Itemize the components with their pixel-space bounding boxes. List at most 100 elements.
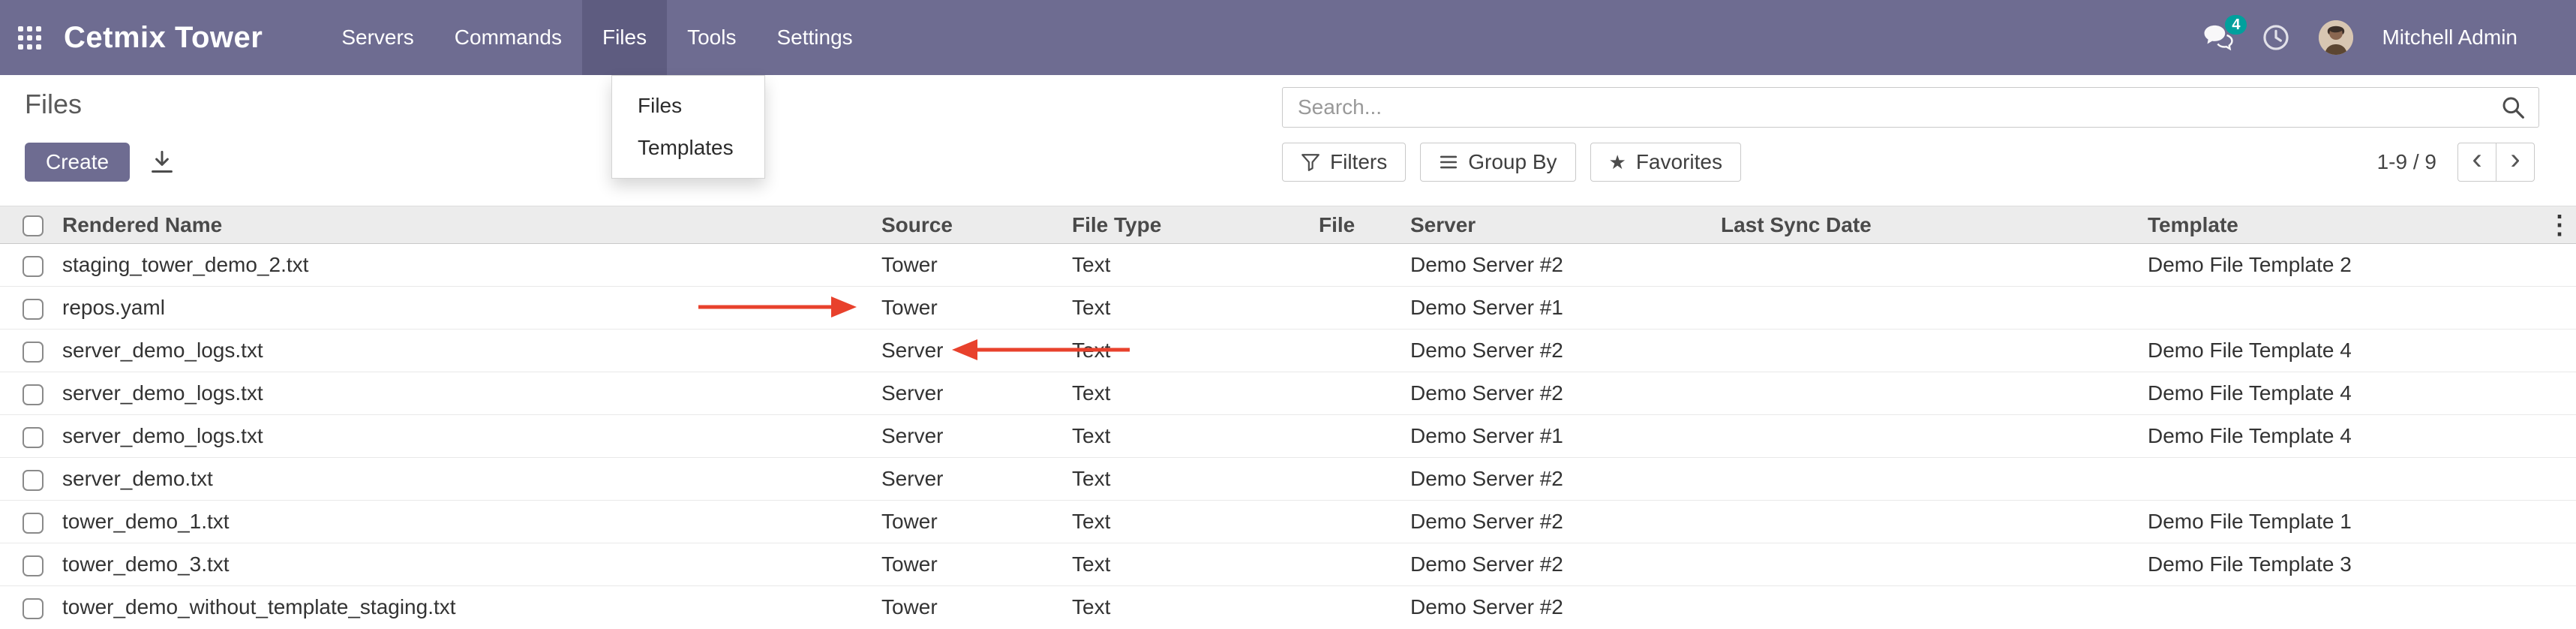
avatar[interactable] <box>2319 20 2353 55</box>
search-button[interactable] <box>2487 95 2538 119</box>
apps-menu-icon[interactable] <box>18 26 41 50</box>
cell-file <box>1313 372 1404 415</box>
cell-last-sync-date <box>1715 501 2142 543</box>
cell-template <box>2142 586 2543 629</box>
cell-rendered-name: server_demo_logs.txt <box>56 372 875 415</box>
app-title[interactable]: Cetmix Tower <box>64 21 263 55</box>
cell-file-type: Text <box>1066 415 1313 458</box>
table-row[interactable]: server_demo.txtServerTextDemo Server #2 <box>0 458 2576 501</box>
cell-server: Demo Server #1 <box>1404 287 1715 330</box>
cell-template: Demo File Template 2 <box>2142 244 2543 287</box>
cell-last-sync-date <box>1715 287 2142 330</box>
row-spacer-cell <box>2543 586 2576 629</box>
cell-rendered-name: repos.yaml <box>56 287 875 330</box>
menu-item-commands[interactable]: Commands <box>434 0 582 75</box>
table-row[interactable]: tower_demo_1.txtTowerTextDemo Server #2D… <box>0 501 2576 543</box>
group-by-button[interactable]: Group By <box>1420 143 1575 182</box>
cell-file <box>1313 543 1404 586</box>
filters-button[interactable]: Filters <box>1282 143 1406 182</box>
cell-file-type: Text <box>1066 287 1313 330</box>
row-checkbox-cell <box>0 586 56 629</box>
optional-columns-icon[interactable]: ⋮ <box>2547 211 2572 239</box>
cell-template: Demo File Template 3 <box>2142 543 2543 586</box>
export-button[interactable] <box>145 146 179 179</box>
cell-file-type: Text <box>1066 501 1313 543</box>
cell-rendered-name: server_demo.txt <box>56 458 875 501</box>
row-checkbox[interactable] <box>23 427 44 448</box>
row-checkbox[interactable] <box>23 384 44 405</box>
cell-template: Demo File Template 4 <box>2142 330 2543 372</box>
row-checkbox[interactable] <box>23 470 44 491</box>
search-input[interactable] <box>1283 95 2487 119</box>
messages-icon[interactable]: 4 <box>2203 24 2233 51</box>
row-checkbox[interactable] <box>23 598 44 619</box>
menu-item-servers[interactable]: Servers <box>321 0 434 75</box>
column-header-source[interactable]: Source <box>875 206 1066 244</box>
menu-item-settings[interactable]: Settings <box>756 0 872 75</box>
cell-rendered-name: tower_demo_without_template_staging.txt <box>56 586 875 629</box>
row-checkbox[interactable] <box>23 513 44 534</box>
dropdown-item-templates[interactable]: Templates <box>612 127 764 169</box>
cell-source: Server <box>875 372 1066 415</box>
select-all-checkbox[interactable] <box>23 215 44 236</box>
cell-file <box>1313 287 1404 330</box>
navbar-right: 4 Mitchell Admin <box>2203 0 2576 75</box>
navbar-left: Cetmix Tower Servers Commands Files Tool… <box>0 0 873 75</box>
cell-file <box>1313 415 1404 458</box>
column-header-template[interactable]: Template <box>2142 206 2543 244</box>
pager: 1-9 / 9 ‹ › <box>2377 143 2535 182</box>
cell-server: Demo Server #2 <box>1404 372 1715 415</box>
cell-rendered-name: server_demo_logs.txt <box>56 330 875 372</box>
menu-item-files[interactable]: Files <box>582 0 667 75</box>
chevron-left-icon: ‹ <box>2472 143 2481 176</box>
files-table: Rendered Name Source File Type File Serv… <box>0 206 2576 629</box>
cell-last-sync-date <box>1715 244 2142 287</box>
filter-icon <box>1301 152 1320 172</box>
table-row[interactable]: staging_tower_demo_2.txtTowerTextDemo Se… <box>0 244 2576 287</box>
table-row[interactable]: server_demo_logs.txtServerTextDemo Serve… <box>0 330 2576 372</box>
cell-file <box>1313 330 1404 372</box>
row-checkbox[interactable] <box>23 256 44 277</box>
table-row[interactable]: tower_demo_without_template_staging.txtT… <box>0 586 2576 629</box>
table-row[interactable]: server_demo_logs.txtServerTextDemo Serve… <box>0 415 2576 458</box>
row-checkbox-cell <box>0 372 56 415</box>
table-row[interactable]: repos.yamlTowerText Demo Server #1 <box>0 287 2576 330</box>
row-checkbox[interactable] <box>23 555 44 576</box>
activities-clock-icon[interactable] <box>2262 23 2290 52</box>
column-header-file[interactable]: File <box>1313 206 1404 244</box>
table-row[interactable]: tower_demo_3.txtTowerTextDemo Server #2D… <box>0 543 2576 586</box>
files-list-view: Rendered Name Source File Type File Serv… <box>0 206 2576 629</box>
cell-last-sync-date <box>1715 415 2142 458</box>
table-row[interactable]: server_demo_logs.txtServerTextDemo Serve… <box>0 372 2576 415</box>
row-checkbox[interactable] <box>23 299 44 320</box>
row-spacer-cell <box>2543 458 2576 501</box>
optional-columns-cell: ⋮ <box>2543 206 2576 244</box>
top-navbar: Cetmix Tower Servers Commands Files Tool… <box>0 0 2576 75</box>
user-menu[interactable]: Mitchell Admin <box>2382 26 2517 50</box>
clock-icon <box>2262 23 2290 52</box>
menu-item-tools[interactable]: Tools <box>667 0 756 75</box>
create-button[interactable]: Create <box>25 143 130 182</box>
cell-template: Demo File Template 4 <box>2142 372 2543 415</box>
column-header-last-sync-date[interactable]: Last Sync Date <box>1715 206 2142 244</box>
cell-server: Demo Server #2 <box>1404 244 1715 287</box>
column-header-file-type[interactable]: File Type <box>1066 206 1313 244</box>
cell-source: Tower <box>875 244 1066 287</box>
row-spacer-cell <box>2543 244 2576 287</box>
row-checkbox-cell <box>0 415 56 458</box>
pager-next-button[interactable]: › <box>2496 143 2535 182</box>
search-box <box>1282 87 2539 128</box>
row-checkbox[interactable] <box>23 342 44 363</box>
cell-template: Demo File Template 1 <box>2142 501 2543 543</box>
cell-source: Server <box>875 330 1066 372</box>
row-spacer-cell <box>2543 330 2576 372</box>
column-header-rendered-name[interactable]: Rendered Name <box>56 206 875 244</box>
column-header-server[interactable]: Server <box>1404 206 1715 244</box>
row-checkbox-cell <box>0 287 56 330</box>
favorites-button[interactable]: ★ Favorites <box>1590 143 1741 182</box>
cell-source: Tower <box>875 287 1066 330</box>
download-icon <box>149 150 175 174</box>
row-spacer-cell <box>2543 372 2576 415</box>
dropdown-item-files[interactable]: Files <box>612 85 764 127</box>
pager-previous-button[interactable]: ‹ <box>2457 143 2496 182</box>
